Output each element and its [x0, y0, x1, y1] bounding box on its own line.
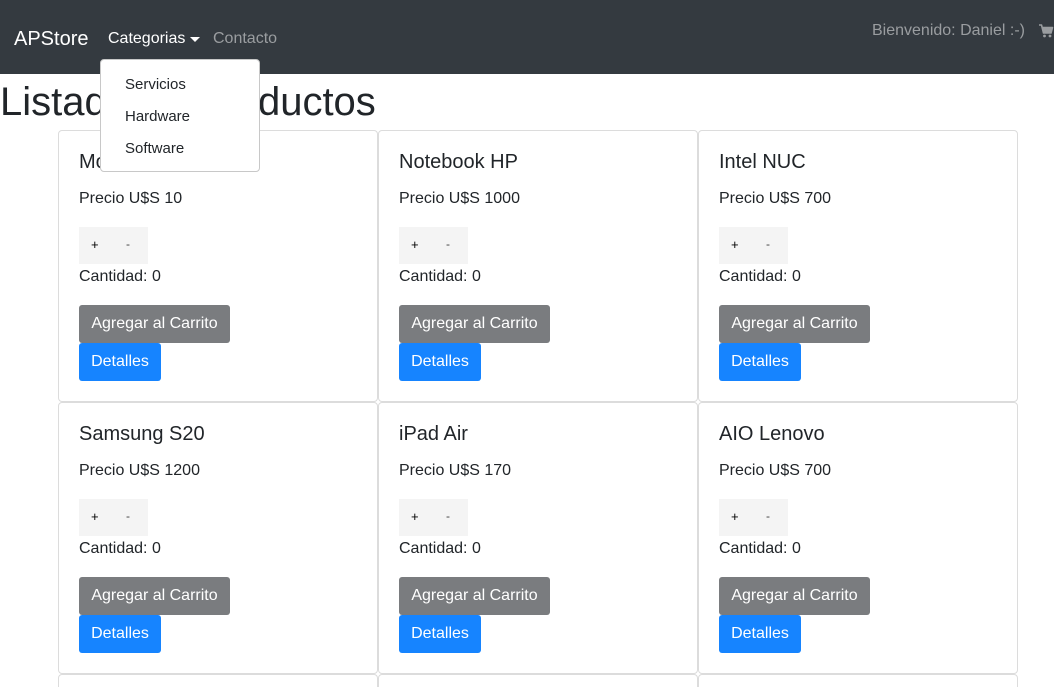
add-to-cart-button[interactable]: Agregar al Carrito [79, 305, 230, 343]
product-price: Precio U$S 700 [719, 190, 832, 207]
product-name: Samsung S20 [79, 423, 205, 445]
product-card: Intel NUC Precio U$S 700 + - Cantidad: 0… [698, 130, 1018, 402]
contact-link[interactable]: Contacto [213, 30, 277, 48]
product-price: Precio U$S 1000 [399, 190, 520, 207]
details-button[interactable]: Detalles [719, 615, 801, 653]
product-card [698, 674, 1018, 687]
product-card: iPad Air Precio U$S 170 + - Cantidad: 0 … [378, 402, 698, 674]
dropdown-item-servicios[interactable]: Servicios [125, 76, 186, 93]
decrement-button[interactable]: - [766, 509, 770, 523]
product-quantity: Cantidad: 0 [719, 540, 801, 557]
details-button[interactable]: Detalles [399, 615, 481, 653]
product-quantity: Cantidad: 0 [399, 268, 481, 285]
caret-down-icon [190, 37, 201, 42]
quantity-stepper: + - [399, 227, 468, 264]
add-to-cart-button[interactable]: Agregar al Carrito [79, 577, 230, 615]
decrement-button[interactable]: - [766, 237, 770, 251]
decrement-button[interactable]: - [126, 237, 130, 251]
product-quantity: Cantidad: 0 [399, 540, 481, 557]
categories-dropdown-toggle[interactable]: Categorias [108, 30, 201, 48]
increment-button[interactable]: + [91, 237, 99, 252]
increment-button[interactable]: + [411, 509, 419, 524]
product-quantity: Cantidad: 0 [719, 268, 801, 285]
details-button[interactable]: Detalles [79, 343, 161, 381]
product-price: Precio U$S 1200 [79, 462, 200, 479]
product-card: Notebook HP Precio U$S 1000 + - Cantidad… [378, 130, 698, 402]
product-card: AIO Lenovo Precio U$S 700 + - Cantidad: … [698, 402, 1018, 674]
categories-label: Categorias [108, 30, 186, 47]
increment-button[interactable]: + [731, 509, 739, 524]
details-button[interactable]: Detalles [719, 343, 801, 381]
decrement-button[interactable]: - [126, 509, 130, 523]
categories-dropdown-menu: Servicios Hardware Software [100, 59, 260, 172]
add-to-cart-button[interactable]: Agregar al Carrito [719, 305, 870, 343]
increment-button[interactable]: + [91, 509, 99, 524]
product-name: AIO Lenovo [719, 423, 825, 445]
details-button[interactable]: Detalles [79, 615, 161, 653]
dropdown-item-hardware[interactable]: Hardware [125, 108, 190, 125]
welcome-text: Bienvenido: Daniel :-) [872, 22, 1025, 39]
shopping-cart-icon[interactable] [1038, 23, 1054, 39]
add-to-cart-button[interactable]: Agregar al Carrito [399, 577, 550, 615]
product-card [378, 674, 698, 687]
increment-button[interactable]: + [411, 237, 419, 252]
quantity-stepper: + - [399, 499, 468, 536]
decrement-button[interactable]: - [446, 237, 450, 251]
decrement-button[interactable]: - [446, 509, 450, 523]
quantity-stepper: + - [79, 227, 148, 264]
dropdown-item-software[interactable]: Software [125, 140, 184, 157]
product-name: iPad Air [399, 423, 468, 445]
product-name: Notebook HP [399, 151, 518, 173]
product-quantity: Cantidad: 0 [79, 268, 161, 285]
product-price: Precio U$S 10 [79, 190, 183, 207]
add-to-cart-button[interactable]: Agregar al Carrito [719, 577, 870, 615]
add-to-cart-button[interactable]: Agregar al Carrito [399, 305, 550, 343]
brand-link[interactable]: APStore [14, 28, 88, 51]
product-name: Intel NUC [719, 151, 806, 173]
product-card [58, 674, 378, 687]
product-price: Precio U$S 170 [399, 462, 512, 479]
increment-button[interactable]: + [731, 237, 739, 252]
quantity-stepper: + - [79, 499, 148, 536]
product-card: Samsung S20 Precio U$S 1200 + - Cantidad… [58, 402, 378, 674]
product-price: Precio U$S 700 [719, 462, 832, 479]
details-button[interactable]: Detalles [399, 343, 481, 381]
quantity-stepper: + - [719, 227, 788, 264]
product-quantity: Cantidad: 0 [79, 540, 161, 557]
quantity-stepper: + - [719, 499, 788, 536]
